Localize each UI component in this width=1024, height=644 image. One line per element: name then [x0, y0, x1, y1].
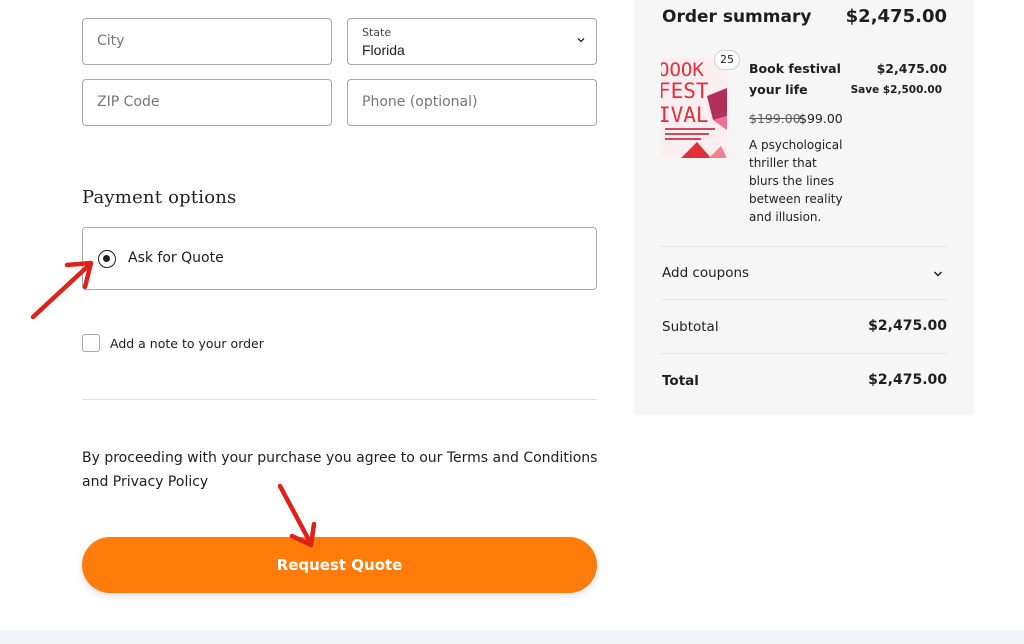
- state-value: Florida: [362, 42, 405, 58]
- book-cover-image: OOOK FEST IVAL: [661, 58, 727, 158]
- cover-line-2: FEST: [661, 79, 709, 103]
- city-input[interactable]: City: [82, 18, 332, 65]
- payment-options-heading: Payment options: [82, 187, 237, 208]
- payment-option-ask-for-quote[interactable]: Ask for Quote: [82, 227, 597, 290]
- product-save-badge: Save $2,500.00: [850, 84, 942, 96]
- terms-and-conditions-link[interactable]: Terms and Conditions: [447, 450, 598, 466]
- terms-notice: By proceeding with your purchase you agr…: [82, 446, 602, 494]
- product-line-total: $2,475.00: [876, 61, 947, 76]
- add-coupons-toggle[interactable]: Add coupons: [662, 265, 749, 281]
- city-placeholder: City: [97, 33, 125, 49]
- order-summary-panel: Order summary $2,475.00 OOOK FEST IVAL 2…: [634, 0, 974, 415]
- order-summary-title: Order summary: [662, 7, 812, 27]
- request-quote-button[interactable]: Request Quote: [82, 537, 597, 593]
- section-divider: [82, 399, 597, 400]
- page-footer-band: [0, 630, 1024, 644]
- subtotal-label: Subtotal: [662, 319, 719, 335]
- ask-for-quote-radio[interactable]: [98, 250, 116, 268]
- chevron-down-icon[interactable]: [932, 268, 944, 280]
- chevron-down-icon: [577, 38, 585, 43]
- order-summary-total-header: $2,475.00: [845, 6, 947, 27]
- cover-text-line: [665, 133, 709, 135]
- add-note-checkbox[interactable]: [82, 334, 100, 352]
- add-note-label[interactable]: Add a note to your order: [110, 336, 264, 351]
- phone-placeholder: Phone (optional): [362, 94, 478, 110]
- product-name: Book festival your life: [749, 61, 841, 97]
- cover-line-1: OOOK: [661, 59, 704, 81]
- ask-for-quote-label: Ask for Quote: [128, 250, 224, 266]
- zip-code-input[interactable]: ZIP Code: [82, 79, 332, 126]
- state-label: State: [362, 26, 392, 39]
- product-description: A psychological thriller that blurs the …: [749, 138, 843, 224]
- zip-code-placeholder: ZIP Code: [97, 94, 160, 110]
- terms-text: By proceeding with your purchase you agr…: [82, 450, 447, 466]
- product-thumbnail: OOOK FEST IVAL: [661, 58, 727, 158]
- total-label: Total: [662, 373, 699, 389]
- cover-text-line: [665, 138, 701, 140]
- summary-divider: [662, 299, 947, 300]
- cover-line-3: IVAL: [661, 103, 709, 127]
- quantity-badge: 25: [714, 50, 740, 70]
- product-sale-price: $99.00: [799, 111, 843, 126]
- summary-divider: [662, 246, 947, 247]
- subtotal-value: $2,475.00: [868, 318, 947, 334]
- summary-divider: [662, 353, 947, 354]
- privacy-policy-link[interactable]: Privacy Policy: [113, 474, 208, 490]
- state-select[interactable]: State Florida: [347, 18, 597, 65]
- cover-text-line: [665, 128, 715, 130]
- terms-and: and: [82, 474, 113, 490]
- phone-input[interactable]: Phone (optional): [347, 79, 597, 126]
- product-regular-price: $199.00: [749, 111, 801, 126]
- total-value: $2,475.00: [868, 372, 947, 388]
